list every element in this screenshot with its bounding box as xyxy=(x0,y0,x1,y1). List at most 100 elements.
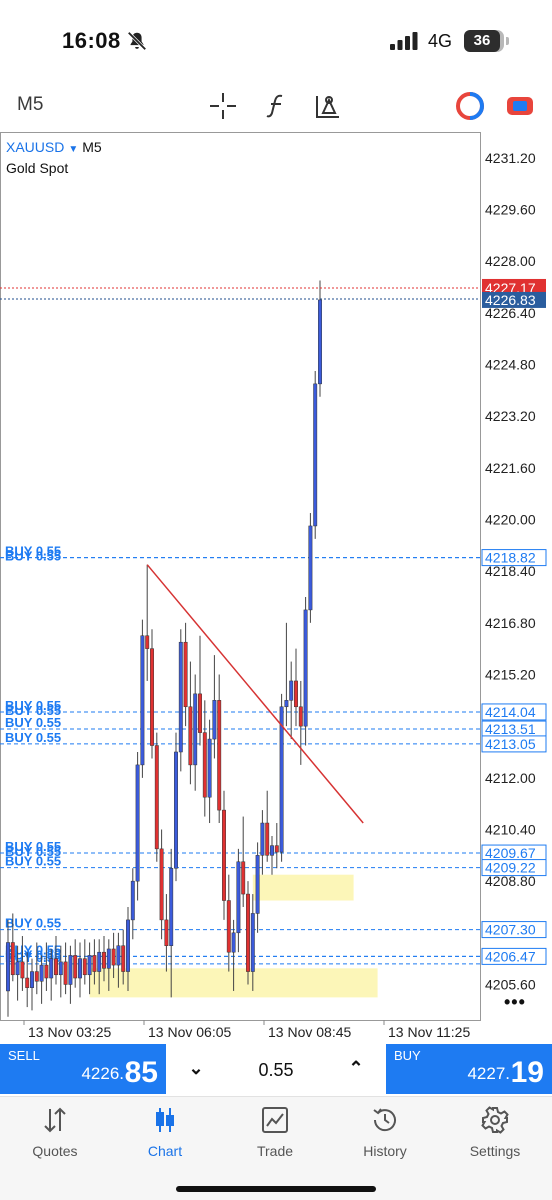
symbol-caret-icon[interactable]: ▼ xyxy=(68,144,78,155)
cellular-signal-icon xyxy=(390,32,418,50)
nav-settings[interactable]: Settings xyxy=(440,1105,550,1169)
candle-body xyxy=(174,751,178,869)
candle-body xyxy=(193,693,198,766)
candle-body xyxy=(236,861,241,934)
buy-label: BUY xyxy=(394,1048,421,1063)
sell-button[interactable]: SELL 4226. 85 xyxy=(0,1044,166,1094)
candle-body xyxy=(212,700,217,740)
price-chart[interactable]: BUY 0.55 BUY 0.55 BUY 0.55 BUY 0.55 BUY 0.55… xyxy=(0,132,552,1044)
candle-body xyxy=(260,822,265,856)
candle-body xyxy=(82,958,87,976)
crosshair-icon[interactable] xyxy=(209,92,237,120)
candle-body xyxy=(140,635,145,766)
candle-body xyxy=(20,961,25,979)
candle-body xyxy=(92,955,97,972)
chart-toolbar: M5 xyxy=(0,80,552,132)
candle-body xyxy=(34,971,39,982)
candle-body xyxy=(15,961,20,976)
drawing-tools-icon[interactable] xyxy=(314,92,342,120)
order-line-label: BUY 0.55 xyxy=(5,715,61,730)
indicator-f-icon[interactable] xyxy=(262,92,290,120)
volume-decrease-icon[interactable]: ⌄ xyxy=(184,1058,208,1079)
buy-button[interactable]: BUY 4227. 19 xyxy=(386,1044,552,1094)
timeframe-selector[interactable]: M5 xyxy=(17,94,43,116)
candle-body xyxy=(154,745,159,850)
candle-body xyxy=(178,641,183,753)
candle-body xyxy=(198,693,202,733)
candle-body xyxy=(246,893,250,972)
one-click-trade-bar: SELL 4226. 85 ⌄ 0.55 ⌃ BUY 4227. 19 xyxy=(0,1044,552,1096)
symbol-timeframe: M5 xyxy=(82,139,102,155)
bottom-navigation: Quotes Chart Trade History Settings xyxy=(0,1096,552,1200)
status-time: 16:08 xyxy=(62,28,121,53)
candle-body xyxy=(308,525,313,611)
candle-body xyxy=(30,971,34,988)
candle-body xyxy=(135,764,140,882)
battery-cap xyxy=(506,37,509,45)
candle-body xyxy=(279,706,284,853)
quotes-arrows-icon xyxy=(44,1107,66,1133)
candle-body xyxy=(284,700,289,708)
order-price-tag: 4214.04 xyxy=(485,704,536,720)
highlight-zone xyxy=(252,874,354,901)
volume-input[interactable]: 0.55 xyxy=(226,1060,326,1081)
sell-label: SELL xyxy=(8,1048,40,1063)
price-scale-label: 4205.60 xyxy=(485,976,536,992)
nav-label-settings: Settings xyxy=(469,1143,521,1159)
order-line-label: BUY 0.55 xyxy=(5,854,61,869)
candle-body xyxy=(318,299,322,385)
chart-canvas[interactable]: BUY 0.55BUY 0.55BUY 0.55BUY 0.55BUY 0.55… xyxy=(0,132,552,1044)
price-scale-label: 4229.60 xyxy=(485,201,536,217)
symbol-name[interactable]: XAUUSD xyxy=(6,139,64,155)
nav-quotes[interactable]: Quotes xyxy=(0,1105,110,1169)
candle-body xyxy=(25,977,30,988)
candle-body xyxy=(274,845,279,853)
order-price-tag: 4213.51 xyxy=(485,721,536,737)
order-line-label: BUY 0.55 xyxy=(5,549,61,564)
price-scale-label: 4215.20 xyxy=(485,666,536,682)
more-options-icon[interactable]: ••• xyxy=(504,992,526,1013)
order-price-tag: 4207.30 xyxy=(485,922,536,938)
settings-gear-icon xyxy=(481,1106,509,1134)
candle-body xyxy=(150,648,154,746)
candle-body xyxy=(58,961,63,976)
trade-toggle-icon[interactable] xyxy=(506,94,534,118)
nav-chart[interactable]: Chart xyxy=(110,1105,220,1169)
candle-body xyxy=(207,738,212,798)
candle-body xyxy=(313,383,318,527)
candle-body xyxy=(217,700,222,811)
candle-body xyxy=(303,609,308,727)
nav-label-chart: Chart xyxy=(147,1143,183,1159)
candle-body xyxy=(202,732,207,798)
price-scale-label: 4216.80 xyxy=(485,615,536,631)
order-line-label: BUY 0.55 xyxy=(5,916,61,931)
candle-body xyxy=(6,942,10,992)
price-scale-label: 4220.00 xyxy=(485,511,536,527)
candle-body xyxy=(121,945,126,972)
price-scale-label: 4210.40 xyxy=(485,821,536,837)
bid-price-tag: 4226.83 xyxy=(485,292,536,308)
battery-icon: 36 xyxy=(464,30,504,52)
order-price-tag: 4213.05 xyxy=(485,736,536,752)
account-color-icon[interactable] xyxy=(455,91,485,121)
candle-body xyxy=(265,822,270,856)
price-scale-label: 4224.80 xyxy=(485,356,536,372)
nav-history[interactable]: History xyxy=(330,1105,440,1169)
symbol-info[interactable]: XAUUSD ▼ M5 Gold Spot xyxy=(6,138,102,177)
candle-body xyxy=(73,955,78,979)
candle-body xyxy=(188,706,193,766)
candle-body xyxy=(68,955,73,985)
candle-body xyxy=(159,848,164,921)
volume-increase-icon[interactable]: ⌃ xyxy=(344,1058,368,1079)
sell-price-main: 4226. xyxy=(81,1064,124,1083)
candle-body xyxy=(106,948,111,969)
candle-body xyxy=(289,680,294,701)
candle-body xyxy=(241,861,246,895)
candle-body xyxy=(49,958,54,979)
buy-price-big: 19 xyxy=(510,1056,544,1089)
candle-body xyxy=(164,919,169,946)
candle-body xyxy=(226,900,231,953)
candle-body xyxy=(222,809,226,901)
candle-body xyxy=(130,880,135,921)
nav-trade[interactable]: Trade xyxy=(220,1105,330,1169)
